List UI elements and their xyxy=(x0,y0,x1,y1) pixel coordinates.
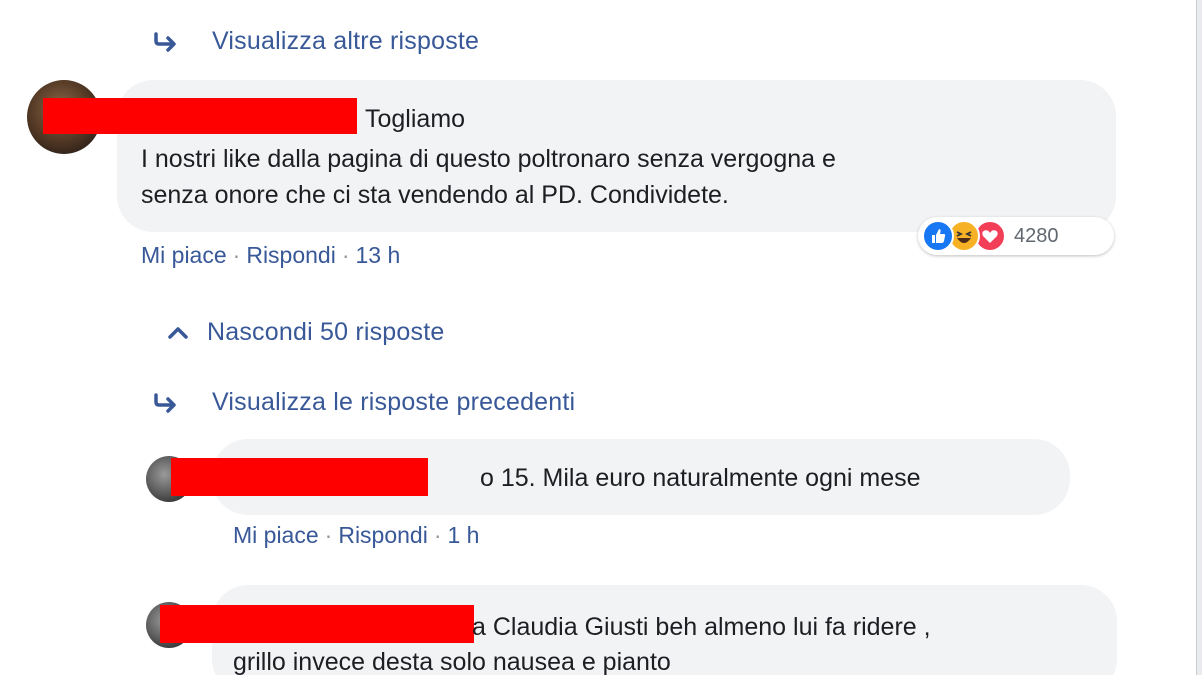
comment-text-line: grillo invece desta solo nausea e pianto xyxy=(233,648,671,675)
view-previous-replies-link[interactable]: Visualizza le risposte precedenti xyxy=(212,388,575,417)
redacted-author-name xyxy=(43,98,357,134)
like-button[interactable]: Mi piace xyxy=(141,242,227,268)
view-more-replies-link[interactable]: Visualizza altre risposte xyxy=(212,27,479,56)
redacted-author-name xyxy=(160,605,474,643)
comment-text-line: I nostri like dalla pagina di questo pol… xyxy=(141,145,836,173)
redacted-author-name xyxy=(171,458,428,496)
comment-text-line: o 15. Mila euro naturalmente ogni mese xyxy=(480,464,921,492)
comments-thread: Visualizza altre risposte Togliamo I nos… xyxy=(0,0,1202,675)
comment-actions: Mi piace · Rispondi · 13 h xyxy=(141,242,400,269)
reactions-summary[interactable]: 4280 xyxy=(918,217,1114,255)
separator-dot: · xyxy=(433,522,442,548)
comment-timestamp[interactable]: 1 h xyxy=(448,522,480,548)
comment-text-line: a Claudia Giusti beh almeno lui fa rider… xyxy=(472,613,931,641)
separator-dot: · xyxy=(324,522,333,548)
comment-actions: Mi piace · Rispondi · 1 h xyxy=(233,522,479,549)
comment-text-line: Togliamo xyxy=(365,105,466,133)
comment-text-line: senza onore che ci sta vendendo al PD. C… xyxy=(141,181,729,209)
reply-arrow-icon xyxy=(154,393,176,413)
like-button[interactable]: Mi piace xyxy=(233,522,319,548)
scrollbar-edge xyxy=(1196,0,1202,675)
reply-button[interactable]: Rispondi xyxy=(338,522,428,548)
separator-dot: · xyxy=(341,242,350,268)
reply-button[interactable]: Rispondi xyxy=(246,242,336,268)
separator-dot: · xyxy=(232,242,241,268)
hide-replies-link[interactable]: Nascondi 50 risposte xyxy=(207,318,444,347)
chevron-up-icon xyxy=(168,327,188,339)
like-icon xyxy=(922,220,954,252)
reply-arrow-icon xyxy=(154,32,176,52)
comment-timestamp[interactable]: 13 h xyxy=(356,242,401,268)
reaction-count: 4280 xyxy=(1014,224,1059,247)
